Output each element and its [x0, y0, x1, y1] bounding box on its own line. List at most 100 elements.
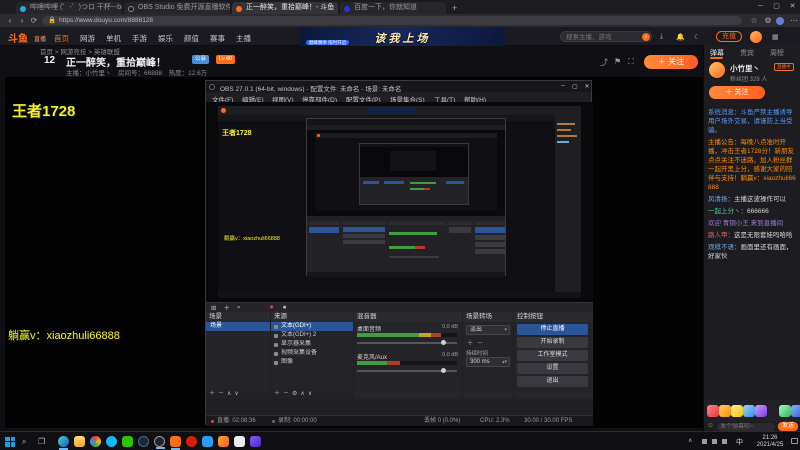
bell-icon[interactable]: 🔔 — [676, 33, 685, 41]
new-tab-button[interactable]: + — [452, 2, 457, 14]
windows-taskbar: ⌕ ❐ ∧ 中 21:26 2021/4/25 — [0, 431, 800, 450]
chat-system-message: 系统消息：斗鱼严禁主播诱导用户场外交易，请谨防上当受骗。 — [708, 109, 793, 134]
douyu-icon[interactable] — [170, 436, 181, 450]
douyu-logo[interactable]: 斗鱼 — [8, 30, 28, 45]
obs-dock-toolbar: ⊞ ✛ ⌕ ⏺ ⏹ — [206, 302, 593, 312]
forward-icon[interactable]: › — [16, 14, 28, 27]
send-button[interactable]: 发送 — [778, 422, 798, 431]
nav-item-mobile[interactable]: 手游 — [132, 33, 147, 44]
recharge-button[interactable]: 充值 — [716, 31, 742, 42]
tab-title: OBS Studio 免费开源直播软件 — [138, 4, 230, 11]
nav-item-entertainment[interactable]: 娱乐 — [158, 33, 173, 44]
tab-rank[interactable]: 周榜 — [770, 48, 784, 58]
task-view-icon[interactable]: ❐ — [38, 437, 45, 446]
chat-message-list[interactable]: 系统消息：斗鱼严禁主播诱导用户场外交易，请谨防上当受骗。 主播公告：每晚八点准时… — [704, 105, 800, 400]
browser-tab[interactable]: OBS Studio 免费开源直播软件 — [124, 2, 230, 14]
event-banner[interactable]: 该我上场 巅峰赛季 限时开启 — [300, 27, 505, 46]
browser-menu-icon[interactable]: ⋯ — [788, 14, 800, 27]
obs-maximize-icon: ▢ — [572, 84, 578, 90]
streamer-avatar[interactable] — [709, 62, 725, 78]
apps-grid-icon[interactable]: ▦ — [772, 33, 779, 41]
nav-item-beauty[interactable]: 颜值 — [184, 33, 199, 44]
gift-icon-plane[interactable] — [743, 405, 755, 417]
wegame-icon[interactable] — [218, 436, 229, 447]
source-item: 视频采集设备 — [271, 349, 353, 358]
chat-enter-message: 欢迎 青铜小王 来到直播间 — [708, 220, 784, 227]
taskbar-clock[interactable]: 21:26 2021/4/25 — [750, 435, 790, 449]
nav-item-esports[interactable]: 赛事 — [210, 33, 225, 44]
tray-expand-icon[interactable]: ∧ — [688, 437, 692, 444]
live-badge: 直播中 — [774, 63, 794, 71]
browser-tab[interactable]: 百度一下，你就知道 — [340, 2, 446, 14]
video-player[interactable]: 王者1728 躺赢v：xiaozhuli66888 OBS 27.0.1 (64… — [5, 77, 703, 428]
start-button[interactable] — [5, 436, 15, 447]
theater-mode-icon[interactable]: ⛶ — [628, 57, 634, 67]
search-icon[interactable]: ⌕ — [642, 33, 650, 41]
nav-item-home[interactable]: 首页 — [54, 33, 69, 44]
nav-item-streamers[interactable]: 主播 — [236, 33, 251, 44]
gift-icon-rocket[interactable] — [707, 405, 719, 417]
bookmark-star-icon[interactable]: ☆ — [748, 14, 760, 27]
search-box[interactable]: ⌕ — [560, 31, 652, 42]
chat-input[interactable] — [717, 422, 775, 431]
qq-icon[interactable] — [106, 436, 117, 447]
report-flag-icon[interactable]: ⚑ — [614, 57, 621, 66]
gift-icon-star[interactable] — [731, 405, 743, 417]
gift-icon-fishball[interactable] — [719, 405, 731, 417]
browser-tab-active[interactable]: 正一醉笑，重拾巅峰！- 斗鱼 — [232, 2, 338, 14]
tray-volume-icon[interactable] — [712, 439, 717, 444]
edge-icon[interactable] — [58, 436, 69, 450]
nested-event-banner — [368, 107, 416, 114]
close-icon[interactable]: ✕ — [785, 0, 800, 14]
chat-username[interactable]: 风清扬： — [708, 196, 734, 203]
moon-icon[interactable]: ☾ — [694, 33, 700, 41]
tab-vip[interactable]: 贵宾 — [740, 48, 754, 58]
steam-icon[interactable] — [138, 436, 149, 447]
vscode-icon[interactable] — [202, 436, 213, 447]
gift-icon-clover[interactable] — [779, 405, 791, 417]
refresh-icon[interactable]: ⟳ — [28, 14, 40, 27]
file-explorer-icon[interactable] — [74, 436, 85, 447]
follow-button[interactable]: ＋ 关注 — [644, 55, 698, 69]
maximize-icon[interactable]: ▢ — [769, 0, 784, 14]
extensions-icon[interactable]: ⚙ — [762, 14, 774, 27]
obs-minimize-icon: ─ — [560, 83, 566, 89]
game-launcher-icon[interactable] — [250, 436, 261, 447]
taskbar-search-icon[interactable]: ⌕ — [22, 437, 26, 447]
wechat-icon[interactable] — [122, 436, 133, 447]
chrome-icon[interactable] — [90, 436, 101, 447]
chat-username[interactable]: 观棋不语： — [708, 244, 741, 251]
obs-icon[interactable] — [154, 436, 165, 449]
nav-item-standalone[interactable]: 单机 — [106, 33, 121, 44]
notepad-icon[interactable] — [234, 436, 245, 447]
browser-profile-avatar[interactable] — [776, 16, 784, 25]
download-icon[interactable]: ⤓ — [660, 33, 663, 41]
emoji-icon[interactable]: ☺ — [707, 422, 714, 429]
gift-icon-heart[interactable] — [767, 405, 779, 417]
action-center-icon[interactable] — [791, 438, 798, 444]
share-icon[interactable]: ⤴ — [600, 57, 608, 68]
browser-tab-strip: 哔哩哔哩 (゜-゜)つロ 干杯~-bili OBS Studio 免费开源直播软… — [0, 0, 800, 14]
minimize-icon[interactable]: ─ — [753, 0, 768, 14]
obs-docks: 场景 场景 ＋－∧∨ 来源 文本(GDI+) 文本(GDI+) 2 显示器采集 … — [206, 312, 593, 415]
sidebar-follow-button[interactable]: ＋ 关注 — [709, 86, 765, 99]
netease-music-icon[interactable] — [186, 436, 197, 447]
url-field[interactable]: 🔒 https://www.douyu.com/8888128 — [42, 16, 742, 25]
obs-dropped-frames: 丢帧 0 (0.0%) — [424, 418, 461, 424]
chat-username[interactable]: 路人甲： — [708, 232, 734, 239]
search-input[interactable] — [566, 33, 636, 41]
gift-icon-crystal[interactable] — [755, 405, 767, 417]
tray-update-icon[interactable] — [722, 439, 727, 444]
tray-network-icon[interactable] — [702, 439, 707, 444]
chat-username[interactable]: 一起上分丶： — [708, 208, 747, 215]
nav-item-pcgames[interactable]: 网游 — [80, 33, 95, 44]
sources-dock-buttons: ＋－⚙∧∨ — [271, 390, 353, 399]
user-avatar[interactable] — [750, 30, 762, 43]
gift-icon-diamond[interactable] — [791, 405, 800, 417]
sources-dock-title: 来源 — [271, 312, 353, 322]
mixer-ch2-name: 麦克风/Aux — [357, 355, 388, 361]
browser-tab[interactable]: 哔哩哔哩 (゜-゜)つロ 干杯~-bili — [16, 2, 122, 14]
room-meta: 主播：小竹里丶 房间号：66888 热度：12.6万 — [66, 70, 208, 77]
back-icon[interactable]: ‹ — [4, 14, 16, 27]
input-language-indicator[interactable]: 中 — [736, 437, 743, 447]
